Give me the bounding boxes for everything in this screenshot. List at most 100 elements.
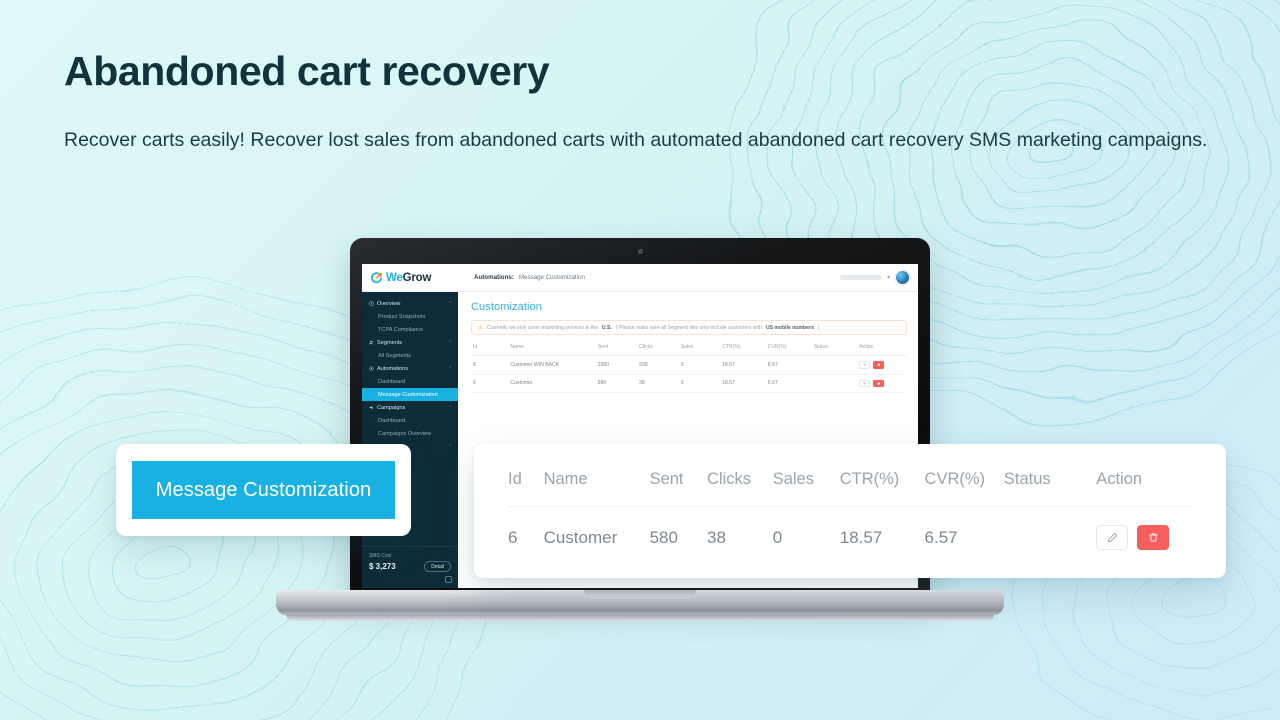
sms-cost-label: SMS Cost: [369, 553, 392, 559]
cell-sent: 580: [597, 380, 607, 387]
cell-sent: 1580: [597, 361, 609, 368]
cell-name: Customer WIN BACK: [510, 361, 560, 368]
column-header-id: Id: [508, 470, 522, 488]
us-coverage-notice: ⚠ Currently we only cover marketing serv…: [471, 320, 907, 335]
chevron-up-icon: ⌃: [447, 404, 452, 411]
column-header-cvr: CVR(%): [767, 344, 787, 350]
cell-action: ✎ ■: [859, 361, 905, 369]
cell-clicks: 38: [639, 380, 645, 387]
webcam-icon: [637, 249, 643, 254]
breadcrumb-section: Automations:: [474, 274, 514, 281]
column-header-status: Status: [1003, 470, 1051, 488]
column-header-id: Id: [473, 344, 478, 350]
breadcrumb: Automations: Message Customization: [474, 274, 585, 281]
sms-cost-detail-button[interactable]: Detail: [424, 561, 451, 572]
table-row[interactable]: 8 Customer WIN BACK 1580 938 0 18.57 8.5…: [471, 356, 907, 375]
brand-name-we: We: [386, 271, 403, 284]
sidebar-item-label: Dashboard: [378, 378, 406, 385]
cell-sales: 0: [680, 361, 684, 368]
laptop-base: [276, 590, 1004, 616]
column-header-status: Status: [813, 344, 829, 350]
trash-icon[interactable]: [1137, 525, 1170, 550]
column-header-name: Name: [543, 470, 588, 488]
cell-clicks: 38: [707, 527, 726, 547]
pencil-icon[interactable]: ✎: [859, 361, 871, 369]
cell-id: 8: [473, 361, 476, 368]
trash-icon[interactable]: ■: [873, 379, 885, 387]
message-customization-button[interactable]: Message Customization: [132, 461, 395, 519]
sidebar: Overview ⌃ Product Snapshots TCPA Compli…: [362, 292, 458, 588]
sidebar-item-segments[interactable]: Segments ⌃: [362, 336, 458, 349]
sidebar-item-label: Product Snapshots: [378, 313, 426, 320]
breadcrumb-page: Message Customization: [518, 274, 585, 281]
cell-ctr: 18.57: [839, 527, 883, 547]
gear-icon: [369, 366, 374, 371]
cell-action: ✎ ■: [859, 379, 905, 387]
collapse-sidebar-icon[interactable]: [445, 576, 452, 583]
column-header-name: Name: [510, 344, 524, 350]
notice-prefix: Currently we only cover marketing servic…: [486, 324, 598, 331]
cell-sent: 580: [649, 527, 678, 547]
cell-action: [1096, 525, 1192, 550]
chevron-up-icon: ⌃: [447, 365, 452, 372]
sidebar-item-label: All Segments: [378, 352, 411, 359]
sidebar-item-label: Dashboard: [378, 417, 406, 424]
cell-name: Customer: [510, 380, 533, 387]
sidebar-item-campaigns[interactable]: Campaigns ⌃: [362, 401, 458, 414]
laptop-foot: [286, 614, 994, 621]
cell-ctr: 18.57: [722, 361, 735, 368]
topbar-account-area[interactable]: ▾: [839, 270, 910, 285]
app-topbar: WeGrow Automations: Message Customizatio…: [362, 264, 918, 292]
sidebar-item-label: Campaigns: [377, 404, 406, 411]
sms-cost-value: $ 3,273: [369, 562, 396, 571]
wegrow-logo-icon: [370, 271, 383, 284]
notice-suffix: ): [817, 324, 820, 331]
page-root: Abandoned cart recovery Recover carts ea…: [0, 0, 1280, 720]
message-customization-callout: Message Customization: [116, 444, 411, 536]
brand-logo[interactable]: WeGrow: [370, 271, 462, 284]
customization-table: Id Name Sent Clicks Sales CTR(%) CVR(%) …: [471, 344, 907, 393]
clock-icon: [369, 301, 374, 306]
sidebar-item-label: Automations: [377, 365, 409, 372]
sidebar-item-overview[interactable]: Overview ⌃: [362, 297, 458, 310]
cell-cvr: 8.57: [767, 361, 778, 368]
sidebar-item-automations-dashboard[interactable]: Dashboard: [362, 375, 458, 388]
sidebar-item-campaigns-overview[interactable]: Campaigns Overview: [362, 427, 458, 440]
cell-sales: 0: [772, 527, 783, 547]
column-header-clicks: Clicks: [707, 470, 752, 488]
cell-ctr: 18.57: [722, 380, 735, 387]
column-header-sent: Sent: [597, 344, 609, 350]
sms-cost-panel: SMS Cost $ 3,273 Detail: [362, 546, 458, 576]
notice-middle: ( Please make sure all Segment lists onl…: [615, 324, 762, 331]
column-header-cvr: CVR(%): [924, 470, 986, 488]
table-row[interactable]: 6 Customer 580 38 0 18.57 6.57 ✎ ■: [471, 375, 907, 393]
pencil-icon[interactable]: ✎: [859, 379, 871, 387]
pencil-icon[interactable]: [1096, 525, 1129, 550]
brand-name-grow: Grow: [402, 271, 432, 284]
content-title: Customization: [471, 301, 542, 313]
page-title: Abandoned cart recovery: [64, 48, 550, 94]
sidebar-item-automations[interactable]: Automations ⌃: [362, 362, 458, 375]
sidebar-item-message-customization[interactable]: Message Customization: [362, 388, 458, 401]
notice-strong-us: U.S.: [601, 324, 612, 331]
column-header-action: Action: [859, 344, 874, 350]
user-avatar-icon[interactable]: [895, 270, 910, 285]
trash-icon[interactable]: ■: [873, 361, 885, 369]
sidebar-item-label: Message Customization: [378, 391, 438, 398]
cell-sales: 0: [680, 380, 684, 387]
notice-strong-mobile: US mobile numbers: [765, 324, 814, 331]
zoomed-table-row[interactable]: 6 Customer 580 38 0 18.57 6.57: [508, 507, 1192, 558]
megaphone-icon: [369, 405, 374, 410]
sidebar-item-all-segments[interactable]: All Segments: [362, 349, 458, 362]
table-header-row: Id Name Sent Clicks Sales CTR(%) CVR(%) …: [471, 344, 907, 356]
sidebar-item-product-snapshots[interactable]: Product Snapshots: [362, 310, 458, 323]
chevron-down-icon[interactable]: ▾: [887, 274, 890, 281]
sidebar-item-label: Overview: [377, 300, 401, 307]
zoomed-table-header-row: Id Name Sent Clicks Sales CTR(%) CVR(%) …: [508, 470, 1192, 507]
sidebar-item-campaigns-dashboard[interactable]: Dashboard: [362, 414, 458, 427]
column-header-action: Action: [1096, 470, 1143, 488]
column-header-ctr: CTR(%): [722, 344, 741, 350]
column-header-ctr: CTR(%): [839, 470, 900, 488]
sidebar-item-tcpa-compliance[interactable]: TCPA Compliance: [362, 323, 458, 336]
warning-icon: ⚠: [478, 324, 483, 331]
